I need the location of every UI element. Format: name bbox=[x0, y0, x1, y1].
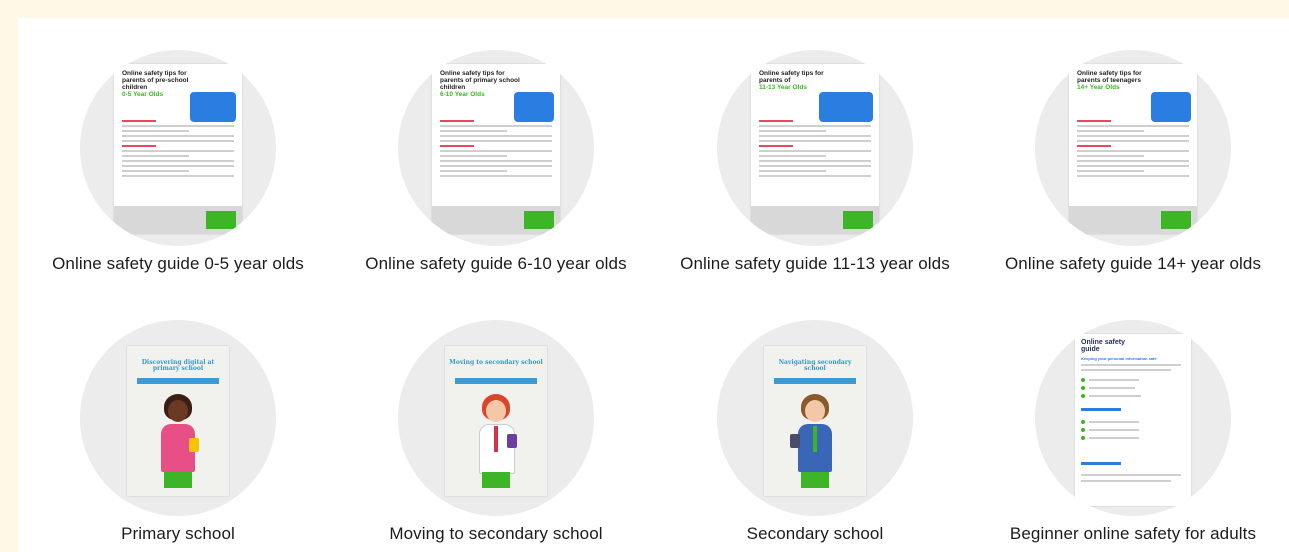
adult-guide-subtitle: Keeping your personal information safe bbox=[1081, 356, 1157, 361]
guide-thumbnail: Discovering digital at primary school bbox=[80, 320, 276, 516]
booklet-title: Discovering digital at primary school bbox=[141, 359, 215, 372]
girl-illustration bbox=[155, 394, 201, 472]
guide-label[interactable]: Secondary school bbox=[655, 524, 975, 544]
internet-matters-logo bbox=[482, 472, 510, 488]
internet-matters-logo bbox=[524, 211, 554, 229]
guide-card-11-13[interactable]: Online safety tips for parents of 11-13 … bbox=[655, 18, 975, 278]
guide-thumbnail: Navigating secondary school bbox=[717, 320, 913, 516]
guide-thumbnail: Online safety tips for parents of 11-13 … bbox=[717, 50, 913, 246]
guide-card-14-plus[interactable]: Online safety tips for parents of teenag… bbox=[973, 18, 1289, 278]
guide-label[interactable]: Online safety guide 0-5 year olds bbox=[18, 254, 338, 274]
guide-label[interactable]: Online safety guide 6-10 year olds bbox=[336, 254, 656, 274]
leaflet-footer bbox=[751, 206, 879, 234]
leaflet-cover: Online safety tips for parents of primar… bbox=[432, 64, 560, 234]
stat-badge bbox=[819, 92, 873, 122]
internet-matters-logo bbox=[801, 472, 829, 488]
stat-badge bbox=[190, 92, 236, 122]
leaflet-text bbox=[759, 120, 871, 180]
booklet-cover: Navigating secondary school bbox=[764, 346, 866, 496]
leaflet-title: Online safety tips for parents of 11-13 … bbox=[759, 70, 824, 91]
leaflet-title: Online safety tips for parents of teenag… bbox=[1077, 70, 1142, 91]
booklet-band bbox=[455, 378, 537, 384]
student-illustration bbox=[473, 394, 519, 474]
booklet-band bbox=[774, 378, 856, 384]
guide-label[interactable]: Online safety guide 11-13 year olds bbox=[655, 254, 975, 274]
guide-thumbnail: Online safety tips for parents of primar… bbox=[398, 50, 594, 246]
guides-grid: Online safety tips for parents of pre-sc… bbox=[18, 18, 1289, 552]
leaflet-text bbox=[440, 120, 552, 180]
guide-thumbnail: Online safety tips for parents of pre-sc… bbox=[80, 50, 276, 246]
guides-panel: Online safety tips for parents of pre-sc… bbox=[18, 18, 1289, 552]
leaflet-title: Online safety tips for parents of primar… bbox=[440, 70, 520, 98]
internet-matters-logo bbox=[206, 211, 236, 229]
leaflet-text bbox=[122, 120, 234, 180]
guide-card-primary-school[interactable]: Discovering digital at primary school Pr… bbox=[18, 288, 338, 548]
guide-thumbnail: Moving to secondary school bbox=[398, 320, 594, 516]
guide-label[interactable]: Beginner online safety for adults bbox=[973, 524, 1289, 544]
internet-matters-logo bbox=[164, 472, 192, 488]
adult-guide-title: Online safety guide bbox=[1081, 339, 1125, 353]
guide-thumbnail: Online safety tips for parents of teenag… bbox=[1035, 50, 1231, 246]
adult-guide-cover: Online safety guide Keeping your persona… bbox=[1075, 334, 1191, 506]
guide-label[interactable]: Moving to secondary school bbox=[336, 524, 656, 544]
leaflet-footer bbox=[432, 206, 560, 234]
stat-badge bbox=[514, 92, 554, 122]
booklet-title: Moving to secondary school bbox=[449, 359, 543, 366]
leaflet-cover: Online safety tips for parents of teenag… bbox=[1069, 64, 1197, 234]
stat-badge bbox=[1151, 92, 1191, 122]
guide-card-secondary-school[interactable]: Navigating secondary school Secondary sc… bbox=[655, 288, 975, 548]
guide-card-moving-secondary[interactable]: Moving to secondary school Moving to sec… bbox=[336, 288, 656, 548]
internet-matters-logo bbox=[843, 211, 873, 229]
guide-label[interactable]: Online safety guide 14+ year olds bbox=[973, 254, 1289, 274]
leaflet-cover: Online safety tips for parents of 11-13 … bbox=[751, 64, 879, 234]
guide-card-0-5[interactable]: Online safety tips for parents of pre-sc… bbox=[18, 18, 338, 278]
internet-matters-logo bbox=[1161, 211, 1191, 229]
booklet-title: Navigating secondary school bbox=[778, 359, 852, 372]
guide-card-6-10[interactable]: Online safety tips for parents of primar… bbox=[336, 18, 656, 278]
leaflet-text bbox=[1077, 120, 1189, 180]
guide-card-adults[interactable]: Online safety guide Keeping your persona… bbox=[973, 288, 1289, 548]
leaflet-footer bbox=[114, 206, 242, 234]
leaflet-footer bbox=[1069, 206, 1197, 234]
guide-thumbnail: Online safety guide Keeping your persona… bbox=[1035, 320, 1231, 516]
guide-label[interactable]: Primary school bbox=[18, 524, 338, 544]
booklet-band bbox=[137, 378, 219, 384]
booklet-cover: Discovering digital at primary school bbox=[127, 346, 229, 496]
student-illustration bbox=[790, 394, 838, 472]
leaflet-cover: Online safety tips for parents of pre-sc… bbox=[114, 64, 242, 234]
booklet-cover: Moving to secondary school bbox=[445, 346, 547, 496]
